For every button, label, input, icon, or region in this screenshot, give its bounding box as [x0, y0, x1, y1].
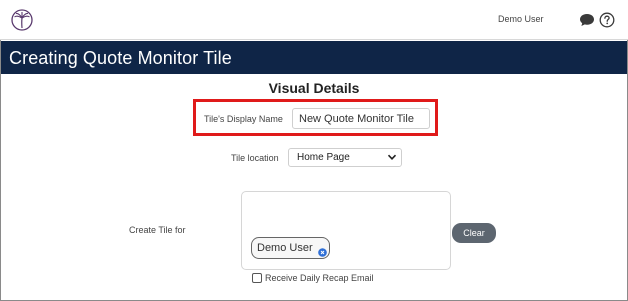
- tile-location-value: Home Page: [297, 152, 350, 163]
- clear-button[interactable]: Clear: [452, 223, 496, 243]
- create-tile-for-label: Create Tile for: [129, 225, 186, 235]
- user-chip-label: Demo User: [257, 242, 313, 254]
- display-name-input[interactable]: [292, 108, 430, 129]
- user-name[interactable]: Demo User: [498, 14, 544, 24]
- top-bar: Demo User: [0, 0, 628, 40]
- recap-email-label: Receive Daily Recap Email: [265, 273, 374, 283]
- page-title: Creating Quote Monitor Tile: [9, 48, 232, 68]
- remove-x-icon[interactable]: [318, 244, 327, 257]
- user-chip: Demo User: [251, 237, 330, 259]
- chat-bubble-icon[interactable]: [579, 13, 595, 27]
- palm-tree-logo-icon[interactable]: [11, 9, 33, 31]
- chevron-down-icon: [386, 151, 398, 163]
- page-title-banner: Creating Quote Monitor Tile: [1, 41, 627, 74]
- help-question-icon[interactable]: [599, 12, 615, 28]
- recap-email-checkbox[interactable]: [252, 273, 262, 283]
- tile-location-label: Tile location: [231, 153, 279, 163]
- tile-location-select[interactable]: Home Page: [288, 148, 402, 167]
- display-name-label: Tile's Display Name: [204, 114, 283, 124]
- section-title: Visual Details: [268, 80, 360, 96]
